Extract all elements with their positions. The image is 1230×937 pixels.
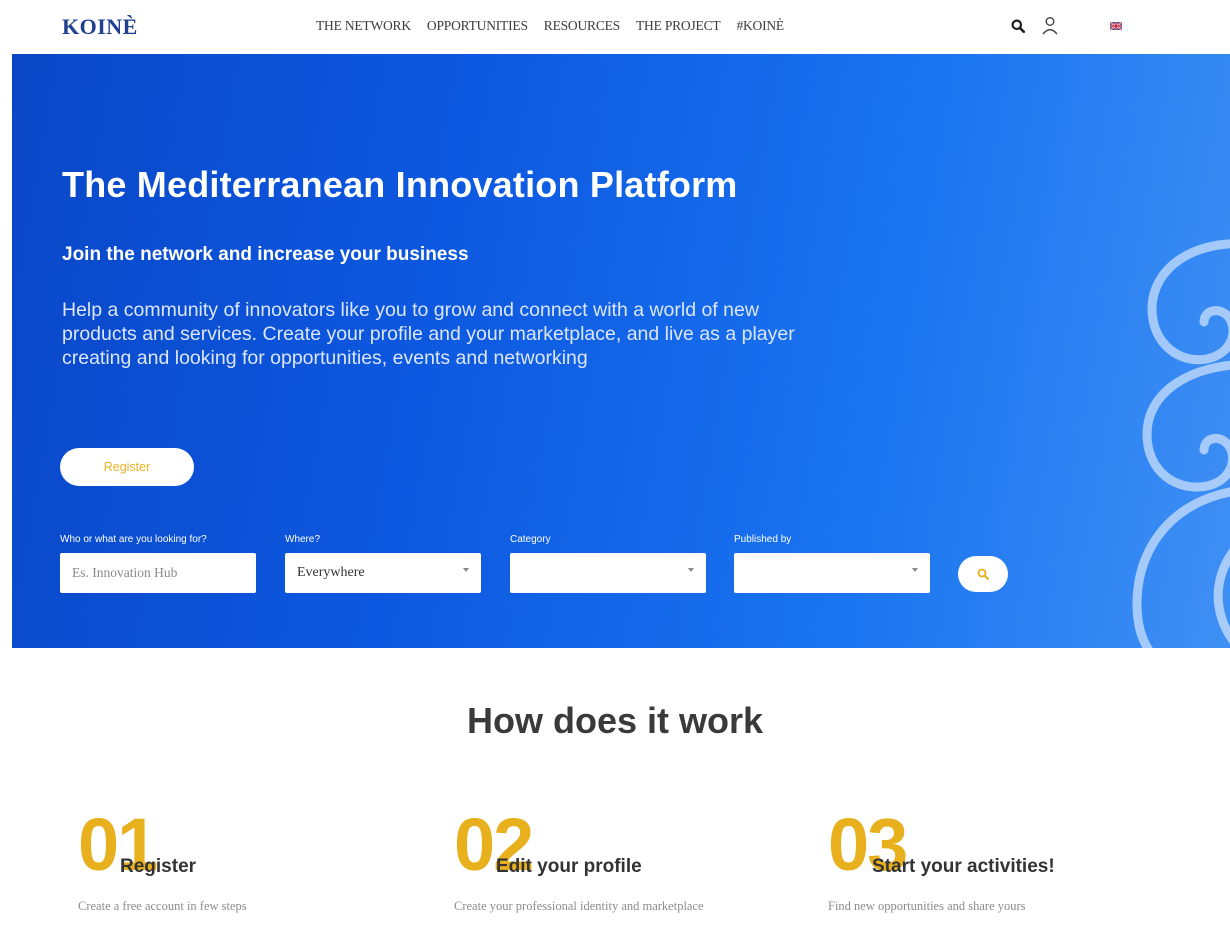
caret-down-icon <box>912 568 918 572</box>
how-it-works-title: How does it work <box>466 700 764 741</box>
what-field: Who or what are you looking for? <box>60 534 256 593</box>
step-title: Register <box>120 856 197 877</box>
published-by-field: Published by <box>734 534 930 593</box>
nav-resources[interactable]: RESOURCES <box>544 18 620 34</box>
where-field: Where? Everywhere <box>285 534 481 593</box>
hero-title: The Mediterranean Innovation Platform <box>62 164 738 205</box>
hero-subtitle: Join the network and increase your busin… <box>62 244 469 265</box>
hero-banner: The Mediterranean Innovation Platform Jo… <box>12 54 1230 648</box>
nav-koine-hashtag[interactable]: #KOINÈ <box>736 18 784 34</box>
category-label: Category <box>510 534 551 545</box>
caret-down-icon <box>463 568 469 572</box>
published-by-select[interactable] <box>734 553 930 593</box>
what-input-box <box>60 553 256 593</box>
top-header: KOINÈ THE NETWORK OPPORTUNITIES RESOURCE… <box>0 0 1230 54</box>
search-icon <box>977 568 989 580</box>
step-description: Create a free account in few steps <box>78 899 247 913</box>
category-field: Category <box>510 534 706 593</box>
user-icon[interactable] <box>1038 14 1062 38</box>
nav-the-project[interactable]: THE PROJECT <box>636 18 721 34</box>
published-by-label: Published by <box>734 534 792 545</box>
uk-flag-icon[interactable] <box>1104 14 1128 38</box>
category-select[interactable] <box>510 553 706 593</box>
where-value: Everywhere <box>297 565 365 580</box>
step-title: Start your activities! <box>872 856 1055 877</box>
step-description: Find new opportunities and share yours <box>828 899 1026 913</box>
wave-decoration-icon <box>1132 239 1230 648</box>
koine-logo[interactable]: KOINÈ <box>62 14 138 40</box>
where-label: Where? <box>285 534 321 545</box>
caret-down-icon <box>688 568 694 572</box>
what-label: Who or what are you looking for? <box>60 534 207 545</box>
where-select[interactable]: Everywhere <box>285 553 481 593</box>
hero-description: Help a community of innovators like you … <box>62 299 795 369</box>
search-icon[interactable] <box>1006 14 1030 38</box>
search-submit-button[interactable] <box>958 556 1008 592</box>
main-nav: THE NETWORK OPPORTUNITIES RESOURCES THE … <box>316 18 784 34</box>
nav-opportunities[interactable]: OPPORTUNITIES <box>427 18 528 34</box>
register-button[interactable]: Register <box>60 448 194 486</box>
nav-the-network[interactable]: THE NETWORK <box>316 18 411 34</box>
what-search-input[interactable] <box>72 565 244 581</box>
step-title: Edit your profile <box>496 856 642 877</box>
step-description: Create your professional identity and ma… <box>454 899 704 913</box>
